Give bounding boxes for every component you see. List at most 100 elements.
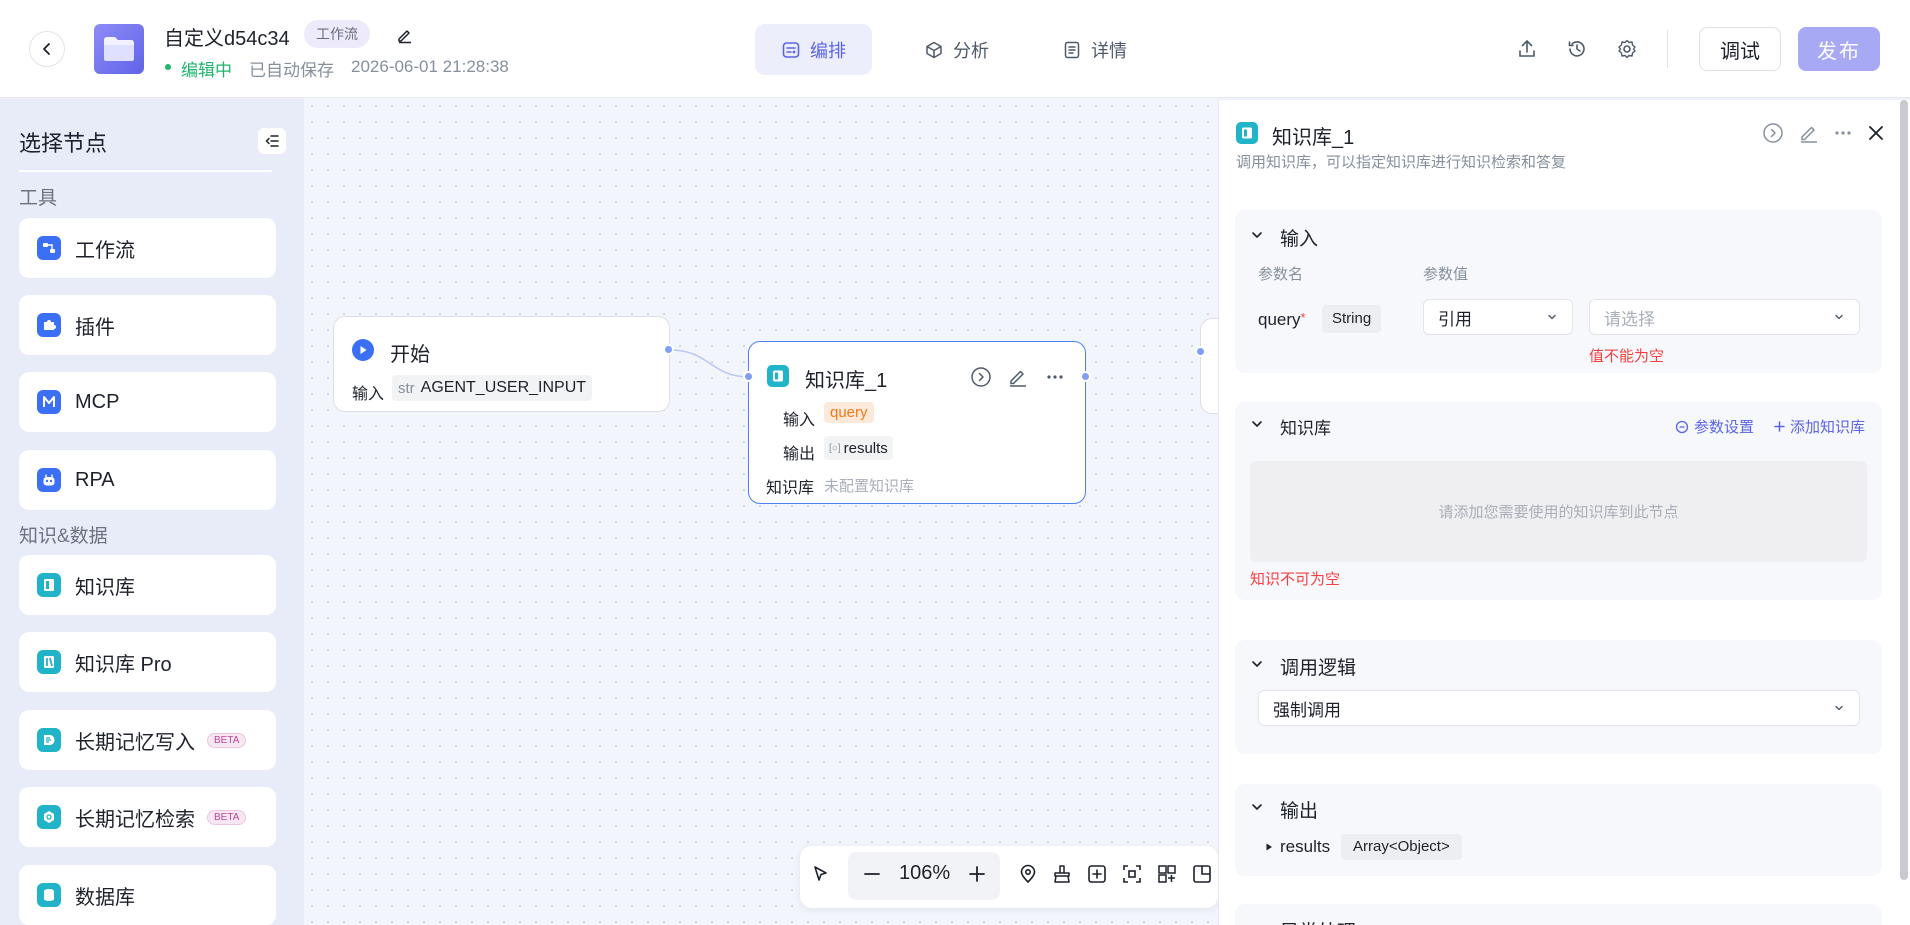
node-item-label: 知识库 Pro: [75, 653, 172, 676]
back-button[interactable]: [29, 31, 65, 67]
node-item-label: 插件: [75, 316, 115, 339]
node-item-workflow[interactable]: 工作流: [19, 218, 276, 278]
edit-node-icon[interactable]: [1007, 366, 1029, 388]
ref-mode-select[interactable]: 引用: [1423, 299, 1573, 335]
tab-arrange[interactable]: 编排: [755, 24, 872, 75]
param-name: query*: [1258, 310, 1306, 330]
panel-divider: [19, 170, 272, 172]
edit-node-icon[interactable]: [1798, 122, 1820, 144]
edit-name-icon[interactable]: [396, 26, 414, 44]
param-settings-label: 参数设置: [1694, 419, 1755, 436]
status-dot: [165, 64, 171, 70]
locate-icon[interactable]: [1017, 863, 1039, 885]
required-mark: *: [1300, 310, 1306, 325]
exception-section-title: 异常处理: [1280, 917, 1356, 925]
kb-node[interactable]: 知识库_1 输入 query 输出 [○] results 知识库 未配置知识库: [748, 341, 1086, 504]
edit-status: 编辑中: [181, 61, 232, 80]
document-icon: [1064, 41, 1080, 58]
config-panel-title: 知识库_1: [1272, 127, 1355, 149]
node-item-mcp[interactable]: MCP: [19, 372, 276, 432]
add-node-icon[interactable]: [1086, 863, 1108, 885]
node-item-plugin[interactable]: 插件: [19, 295, 276, 355]
chevron-down-icon[interactable]: [1250, 417, 1264, 431]
output-param-type: Array<Object>: [1341, 834, 1462, 860]
zoom-level[interactable]: 106%: [899, 862, 950, 885]
param-name-header: 参数名: [1258, 266, 1304, 283]
run-node-icon[interactable]: [970, 366, 992, 388]
tab-analysis[interactable]: 分析: [898, 24, 1015, 75]
call-logic-value: 强制调用: [1273, 700, 1341, 720]
layout-toggle-icon[interactable]: [1191, 863, 1213, 885]
kb-node-input-port[interactable]: [743, 371, 754, 382]
node-item-label: 长期记忆写入: [75, 731, 195, 754]
kb-node-output-label: 输出: [783, 446, 816, 463]
node-item-database[interactable]: 数据库: [19, 865, 276, 925]
node-item-memory-search[interactable]: 长期记忆检索 BETA: [19, 787, 276, 847]
param-settings-link[interactable]: 参数设置: [1675, 416, 1754, 437]
panel-title: 选择节点: [19, 131, 108, 156]
publish-button[interactable]: 发布: [1798, 27, 1880, 71]
variable-select[interactable]: 请选择: [1589, 299, 1860, 335]
beta-badge: BETA: [207, 732, 247, 748]
run-node-icon[interactable]: [1762, 122, 1784, 144]
tab-details[interactable]: 详情: [1036, 24, 1153, 75]
minimap-icon[interactable]: [1156, 863, 1178, 885]
logic-section-title: 调用逻辑: [1280, 658, 1357, 679]
close-icon[interactable]: [1865, 122, 1887, 144]
input-section: [1235, 210, 1882, 373]
chevron-down-icon[interactable]: [1250, 657, 1264, 671]
memory-write-icon: [37, 728, 61, 752]
section-title-tools: 工具: [19, 188, 58, 209]
app-name: 自定义d54c34: [164, 28, 290, 50]
fit-view-icon[interactable]: [1121, 863, 1143, 885]
more-options-icon[interactable]: [1044, 366, 1066, 388]
save-timestamp: 2026-06-01 21:28:38: [351, 57, 509, 76]
node-item-memory-write[interactable]: 长期记忆写入 BETA: [19, 710, 276, 770]
header-divider: [1667, 30, 1668, 68]
start-node-title: 开始: [390, 344, 430, 366]
caret-right-icon[interactable]: [1264, 842, 1274, 852]
node-item-label: 长期记忆检索: [75, 808, 195, 831]
settings-gear-icon[interactable]: [1616, 38, 1638, 60]
kb-section-title: 知识库: [1280, 419, 1331, 438]
param-name-text: query: [1258, 310, 1301, 329]
workflow-canvas[interactable]: [304, 98, 1218, 925]
panel-scrollbar[interactable]: [1900, 100, 1908, 880]
start-node-output-port[interactable]: [663, 344, 674, 355]
value-error-message: 值不能为空: [1589, 348, 1665, 365]
cube-icon: [926, 41, 942, 58]
kb-node-input-label: 输入: [783, 412, 816, 429]
zoom-in-icon[interactable]: [967, 864, 987, 884]
history-icon[interactable]: [1566, 38, 1588, 60]
start-node[interactable]: 开始 输入 str AGENT_USER_INPUT: [333, 316, 670, 412]
chevron-down-icon[interactable]: [1250, 228, 1264, 242]
plugin-icon: [37, 313, 61, 337]
pointer-select-icon[interactable]: [811, 864, 831, 884]
knowledge-base-icon: [767, 365, 789, 387]
memory-search-icon: [37, 805, 61, 829]
clean-layout-icon[interactable]: [1051, 863, 1073, 885]
debug-button[interactable]: 调试: [1699, 27, 1781, 71]
chevron-down-icon: [1835, 314, 1843, 320]
add-kb-link[interactable]: 添加知识库: [1773, 416, 1865, 437]
node-item-rpa[interactable]: RPA: [19, 450, 276, 510]
node-item-knowledge-base[interactable]: 知识库: [19, 555, 276, 615]
node-item-knowledge-base-pro[interactable]: 知识库 Pro: [19, 632, 276, 692]
mcp-icon: [37, 390, 61, 414]
call-logic-select[interactable]: 强制调用: [1258, 690, 1860, 726]
beta-badge: BETA: [207, 809, 247, 825]
collapse-panel-button[interactable]: [258, 128, 286, 154]
more-options-icon[interactable]: [1832, 122, 1854, 144]
chevron-down-icon[interactable]: [1250, 800, 1264, 814]
next-node-input-port[interactable]: [1195, 346, 1206, 357]
chevron-left-icon: [43, 43, 50, 55]
play-icon: [352, 339, 374, 361]
kb-node-output-port[interactable]: [1080, 371, 1091, 382]
share-icon[interactable]: [1516, 38, 1538, 60]
arrange-icon: [782, 41, 800, 58]
input-section-title: 输入: [1280, 229, 1319, 250]
robot-icon: [37, 468, 61, 492]
node-item-label: 数据库: [75, 886, 135, 909]
zoom-out-icon[interactable]: [862, 864, 882, 884]
variable-select-placeholder: 请选择: [1604, 309, 1655, 329]
